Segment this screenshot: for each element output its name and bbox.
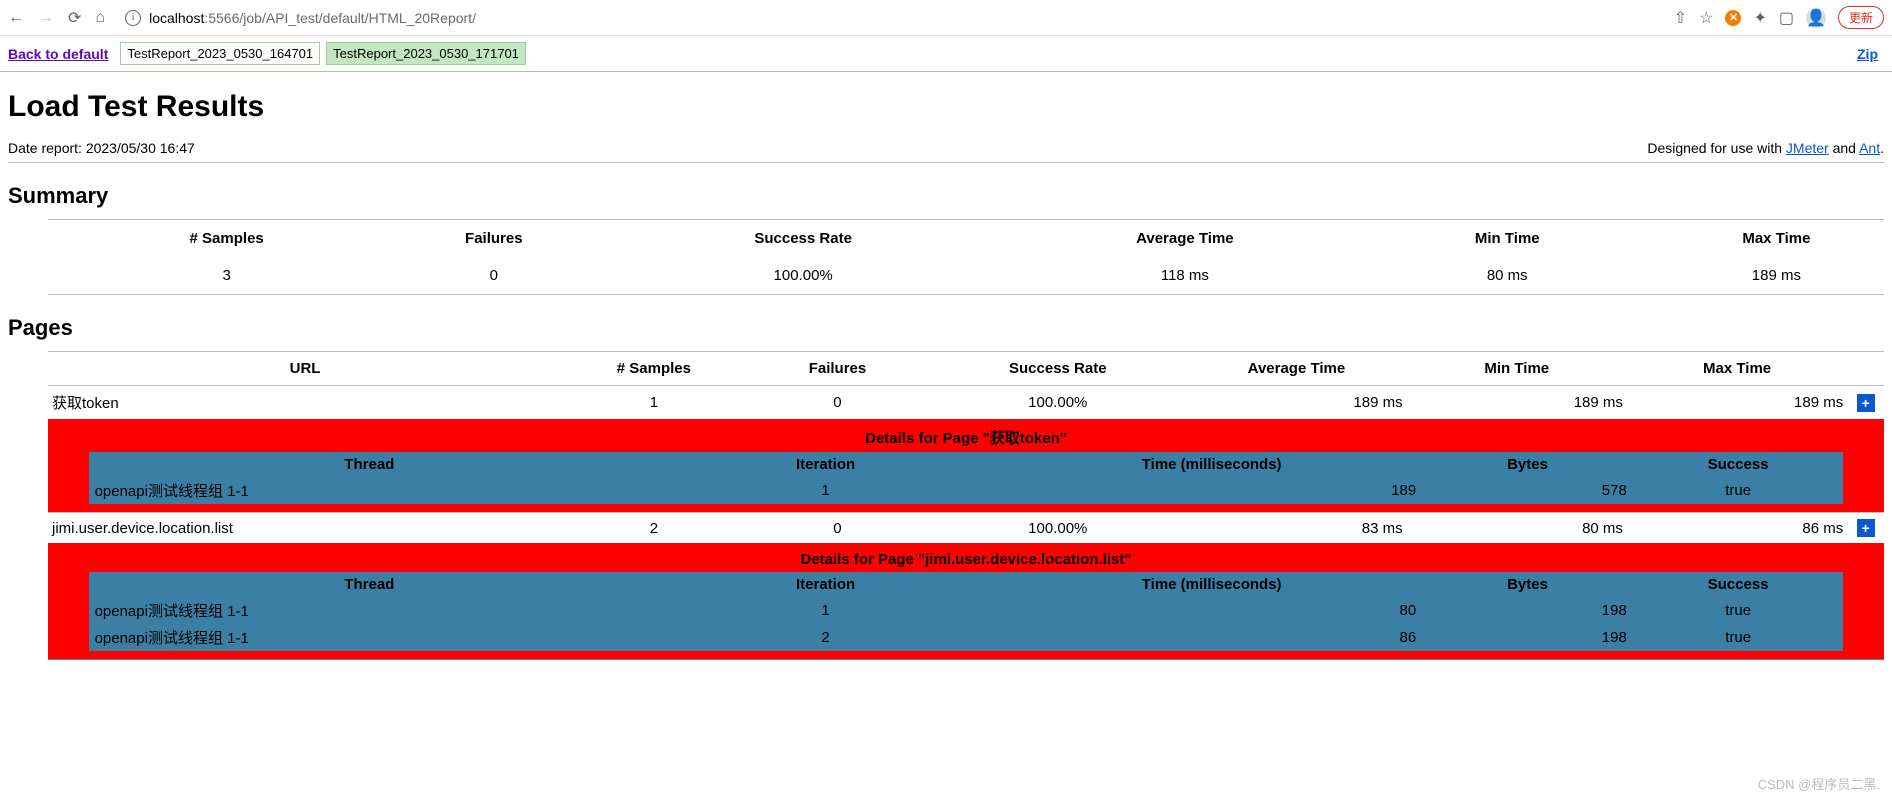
- summary-heading: Summary: [8, 183, 1884, 209]
- extensions-icon[interactable]: ✦: [1753, 8, 1766, 28]
- detail-row: openapi测试线程组 1-1 1 189 578 true: [89, 477, 1844, 504]
- home-icon[interactable]: ⌂: [95, 9, 105, 27]
- page-url: jimi.user.device.location.list: [48, 513, 562, 544]
- bookmark-icon[interactable]: ☆: [1699, 8, 1713, 28]
- page-row: 获取token 1 0 100.00% 189 ms 189 ms 189 ms…: [48, 386, 1884, 420]
- jmeter-link[interactable]: JMeter: [1786, 140, 1829, 156]
- designed-for: Designed for use with JMeter and Ant.: [1647, 140, 1884, 156]
- col-min-time: Min Time: [1407, 352, 1627, 386]
- pages-table: URL # Samples Failures Success Rate Aver…: [48, 352, 1884, 659]
- col-max-time: Max Time: [1627, 352, 1847, 386]
- zip-link[interactable]: Zip: [1857, 46, 1884, 62]
- details-table: Thread Iteration Time (milliseconds) Byt…: [89, 572, 1844, 651]
- url-host: localhost: [149, 10, 204, 26]
- url-path: /job/API_test/default/HTML_20Report/: [239, 10, 476, 26]
- detail-row: openapi测试线程组 1-1 1 80 198 true: [89, 597, 1844, 624]
- pages-heading: Pages: [8, 315, 1884, 341]
- expand-button[interactable]: +: [1857, 394, 1875, 412]
- summary-table: # Samples Failures Success Rate Average …: [78, 220, 1892, 294]
- report-tabs-bar: Back to default TestReport_2023_0530_164…: [0, 36, 1892, 72]
- date-report: Date report: 2023/05/30 16:47: [8, 140, 195, 156]
- col-avg-time: Average Time: [994, 220, 1376, 257]
- share-icon[interactable]: ⇧: [1674, 8, 1687, 28]
- page-details-row: Details for Page "jimi.user.device.locat…: [48, 543, 1884, 659]
- site-info-icon[interactable]: i: [125, 10, 141, 26]
- page-details-row: Details for Page "获取token" Thread Iterat…: [48, 419, 1884, 513]
- page-row: jimi.user.device.location.list 2 0 100.0…: [48, 513, 1884, 544]
- reload-icon[interactable]: ⟳: [68, 8, 81, 28]
- details-title: Details for Page "jimi.user.device.locat…: [52, 547, 1880, 572]
- col-success-rate: Success Rate: [612, 220, 994, 257]
- ant-link[interactable]: Ant: [1859, 140, 1880, 156]
- summary-data-row: 3 0 100.00% 118 ms 80 ms 189 ms: [78, 257, 1892, 294]
- meta-row: Date report: 2023/05/30 16:47 Designed f…: [8, 134, 1884, 163]
- forward-icon[interactable]: →: [38, 9, 54, 27]
- tabs-icon[interactable]: ▢: [1779, 8, 1794, 28]
- back-icon[interactable]: ←: [8, 9, 24, 27]
- url-port: :5566: [204, 10, 239, 26]
- col-samples: # Samples: [562, 352, 746, 386]
- col-url: URL: [48, 352, 562, 386]
- col-samples: # Samples: [78, 220, 375, 257]
- col-failures: Failures: [746, 352, 930, 386]
- col-avg-time: Average Time: [1186, 352, 1406, 386]
- page-url: 获取token: [48, 386, 562, 420]
- watermark: CSDN @程序员二黑.: [1758, 774, 1880, 793]
- details-table: Thread Iteration Time (milliseconds) Byt…: [89, 452, 1844, 504]
- detail-row: openapi测试线程组 1-1 2 86 198 true: [89, 624, 1844, 651]
- expand-button[interactable]: +: [1857, 519, 1875, 537]
- report-tab-1[interactable]: TestReport_2023_0530_171701: [326, 42, 526, 65]
- page-title: Load Test Results: [8, 90, 1884, 124]
- update-button[interactable]: 更新: [1838, 6, 1884, 29]
- extension-badge-icon[interactable]: ✕: [1725, 10, 1741, 26]
- col-min-time: Min Time: [1376, 220, 1639, 257]
- report-tab-0[interactable]: TestReport_2023_0530_164701: [120, 42, 320, 65]
- col-success-rate: Success Rate: [929, 352, 1186, 386]
- browser-toolbar: ← → ⟳ ⌂ i localhost:5566/job/API_test/de…: [0, 0, 1892, 36]
- summary-header-row: # Samples Failures Success Rate Average …: [78, 220, 1892, 257]
- col-failures: Failures: [375, 220, 612, 257]
- address-bar[interactable]: i localhost:5566/job/API_test/default/HT…: [115, 4, 1664, 32]
- profile-avatar-icon[interactable]: 👤: [1806, 8, 1826, 28]
- back-to-default-link[interactable]: Back to default: [8, 46, 114, 62]
- details-title: Details for Page "获取token": [52, 423, 1880, 452]
- pages-header-row: URL # Samples Failures Success Rate Aver…: [48, 352, 1884, 386]
- col-max-time: Max Time: [1639, 220, 1892, 257]
